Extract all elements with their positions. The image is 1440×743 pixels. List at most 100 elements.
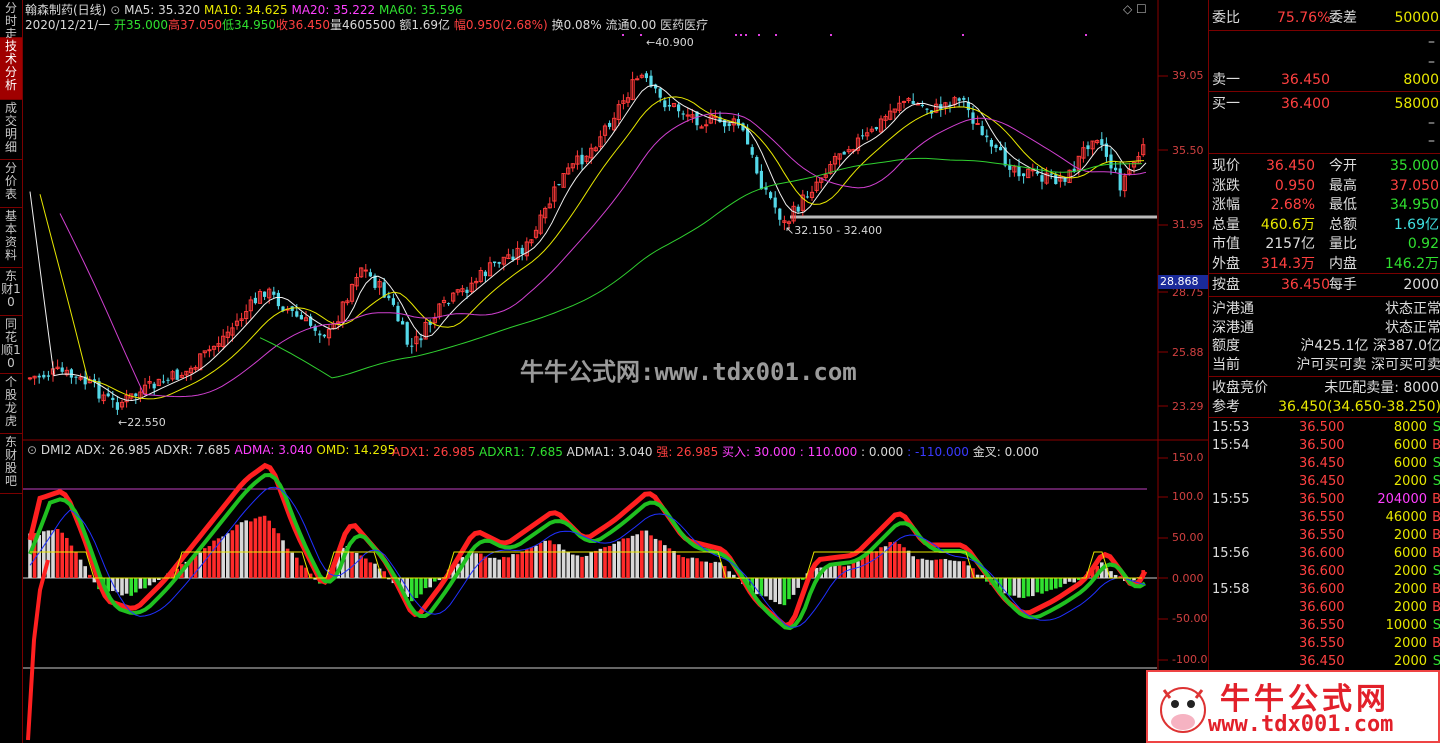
dmi-bar — [433, 578, 437, 582]
candle-body — [999, 147, 1003, 151]
price-tick: 31.95 — [1172, 218, 1204, 231]
tick-volume: 2000 — [1393, 654, 1427, 669]
dmi-bar — [543, 540, 547, 578]
quote-panel: 委比 75.76% 委差 50000 – – 卖一 36.450 8000 买一… — [1208, 0, 1440, 743]
candle-body — [276, 292, 280, 307]
dmi-bar — [1040, 578, 1044, 594]
tick-row: 15:58 36.600 2000 B — [1209, 581, 1440, 599]
tick-volume: 6000 — [1393, 546, 1427, 561]
dmi-bar — [548, 540, 552, 578]
dmi-bar — [791, 578, 796, 595]
dmi-bar — [672, 551, 676, 578]
quote-value: 2157亿 — [1265, 236, 1315, 252]
dmi-bar — [566, 552, 570, 578]
dmi-bar — [663, 545, 667, 578]
candle-body — [111, 397, 115, 401]
dmi-bar — [428, 578, 432, 588]
candle-body — [447, 303, 451, 305]
quote-value: 36.450 — [1266, 158, 1315, 174]
indicator-name[interactable]: DMI2 — [41, 443, 72, 457]
dmi-bar — [1031, 578, 1035, 597]
logo-url: www.tdx001.com — [1208, 712, 1394, 737]
quote-row: 总量 460.6万 总额 1.69亿 — [1209, 215, 1440, 235]
wc-label: 委差 — [1329, 10, 1357, 26]
tick-volume: 6000 — [1393, 438, 1427, 453]
dmi-bar — [1049, 578, 1053, 590]
buy-value: 买入: 30.000 — [722, 445, 796, 459]
quote-value: 2.68% — [1270, 197, 1315, 213]
tick-side: B — [1432, 510, 1440, 525]
dmi-bar — [874, 551, 879, 578]
quote-value: 0.950 — [1274, 177, 1315, 194]
candle-body — [989, 139, 993, 147]
dmi-bar — [695, 558, 699, 578]
dmi-bar — [221, 536, 225, 578]
dmi-bar — [860, 558, 865, 578]
dmi-bar — [557, 544, 561, 578]
candle-body — [759, 170, 763, 190]
dmi-bar — [911, 556, 915, 578]
dmi-bar — [681, 557, 685, 578]
tick-volume: 8000 — [1393, 420, 1427, 435]
auction-label: 收盘竞价 — [1212, 380, 1268, 396]
dmi-bar — [1017, 578, 1021, 598]
quote-row: 外盘 314.3万 内盘 146.2万 — [1209, 254, 1440, 274]
dmi-bar — [479, 553, 483, 578]
tick-price: 36.550 — [1299, 636, 1345, 651]
candle-body — [1063, 178, 1067, 182]
dmi-bar — [488, 557, 492, 578]
dmi-bar — [1035, 578, 1040, 593]
dmi-bar — [69, 545, 74, 578]
candle-body — [769, 192, 773, 199]
dmi-bar — [644, 530, 649, 578]
quote-row: 市值 2157亿 量比 0.92 — [1209, 234, 1440, 254]
candle-body — [957, 98, 961, 101]
dmi-bar — [1012, 578, 1017, 596]
signal-dot — [622, 34, 624, 36]
quote-label: 最高 — [1329, 177, 1357, 194]
dmi-bar — [515, 554, 520, 578]
dmi-bar — [538, 542, 543, 578]
quote-row: 现价 36.450 今开 35.000 — [1209, 156, 1440, 176]
candle-body — [727, 123, 731, 127]
tick-price: 36.550 — [1299, 510, 1345, 525]
candle-body — [299, 314, 303, 320]
dmi-bar — [143, 578, 147, 589]
tick-volume: 6000 — [1393, 456, 1427, 471]
candle-body — [773, 197, 777, 208]
quote-value: 34.950 — [1390, 197, 1439, 213]
candle-body — [1040, 175, 1044, 182]
candle-body — [1022, 173, 1026, 177]
quote-value: 146.2万 — [1384, 255, 1439, 272]
lot-value: 2000 — [1403, 277, 1439, 293]
dmi-bar — [253, 518, 258, 578]
adxr-value: ADXR: 7.685 — [154, 443, 231, 457]
signal-dot — [735, 34, 737, 36]
tick-side: S — [1432, 654, 1440, 669]
dmi-bar — [865, 554, 869, 578]
dmi-bar — [1063, 578, 1067, 584]
candle-body — [46, 375, 50, 377]
dmi-bar — [962, 561, 966, 578]
tick-price: 36.600 — [1299, 564, 1345, 579]
candle-body — [175, 369, 179, 380]
candle-body — [663, 100, 667, 108]
adma1-value: ADMA1: 3.040 — [566, 445, 653, 459]
candle-body — [975, 123, 980, 126]
candle-body — [152, 383, 156, 389]
dmi-bar — [267, 520, 271, 578]
candle-body — [704, 124, 709, 127]
ind-tick: -100.0 — [1172, 653, 1208, 666]
tick-volume: 2000 — [1393, 528, 1427, 543]
quote-value: 0.92 — [1407, 236, 1439, 252]
buy1-volume: 58000 — [1394, 96, 1439, 112]
tick-row: 15:53 36.500 8000 S — [1209, 419, 1440, 437]
sell1-label: 卖一 — [1212, 72, 1240, 88]
dmi-bar — [847, 565, 851, 578]
candle-body — [971, 112, 975, 124]
dmi-bar — [768, 578, 773, 600]
dmi-bar — [239, 522, 244, 578]
indicator-toggle-icon[interactable]: ⊙ — [27, 443, 37, 457]
signal-dot — [745, 34, 747, 36]
hk-connect-row: 沪港通 状态正常 — [1209, 299, 1440, 319]
